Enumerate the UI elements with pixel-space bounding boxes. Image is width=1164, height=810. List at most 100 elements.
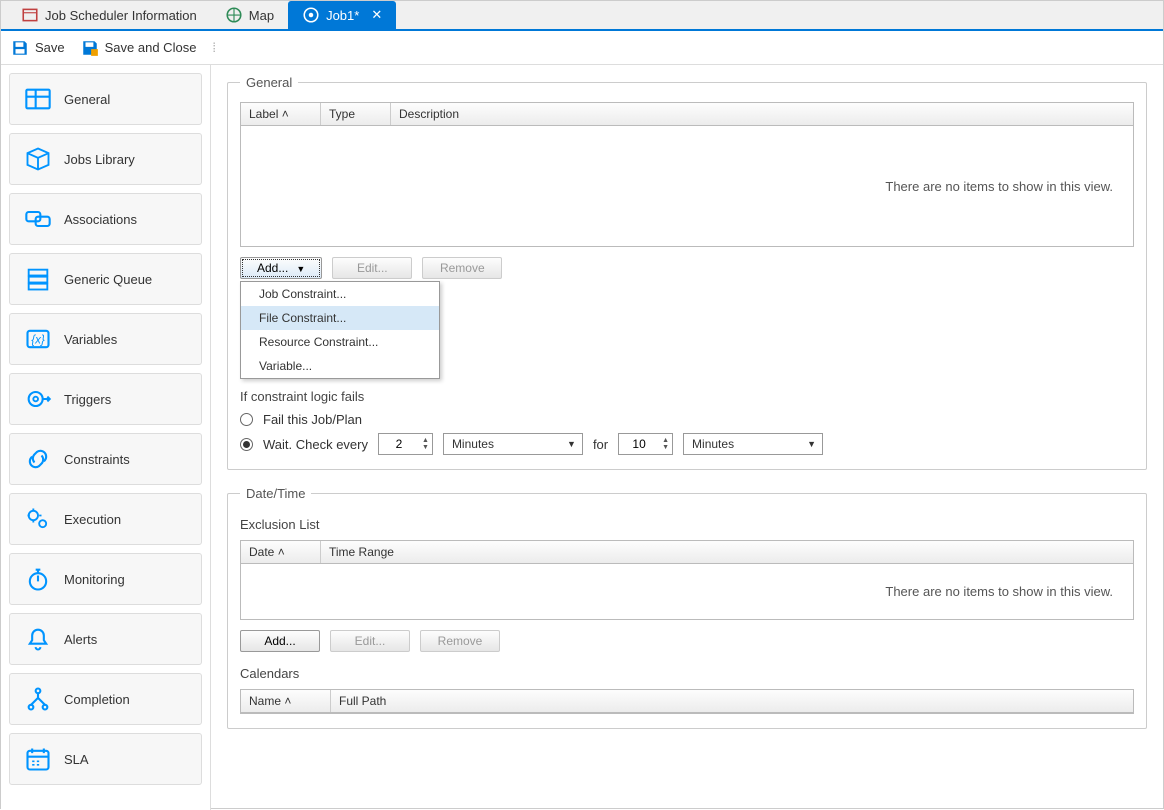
grid-header: Date ˄ Time Range	[241, 541, 1133, 564]
calendars-heading: Calendars	[240, 666, 1134, 681]
check-every-stepper[interactable]: ▲▼	[378, 433, 433, 455]
stepper-arrows-icon[interactable]: ▲▼	[419, 437, 432, 451]
for-label: for	[593, 437, 608, 452]
col-description[interactable]: Description	[391, 103, 1133, 125]
col-name[interactable]: Name ˄	[241, 690, 331, 712]
nav-item-alerts[interactable]: Alerts	[9, 613, 202, 665]
calendars-grid: Name ˄ Full Path	[240, 689, 1134, 714]
nav-item-execution[interactable]: Execution	[9, 493, 202, 545]
for-unit-select[interactable]: Minutes ▼	[683, 433, 823, 455]
constraints-grid: Label ˄ Type Description There are no it…	[240, 102, 1134, 247]
close-icon[interactable]: ✕	[371, 7, 382, 23]
tab-job-scheduler-information[interactable]: Job Scheduler Information	[7, 1, 211, 29]
tab-label: Job1*	[326, 8, 359, 23]
nav-item-generic-queue[interactable]: Generic Queue	[9, 253, 202, 305]
nav-label: General	[64, 92, 110, 107]
edit-button: Edit...	[330, 630, 410, 652]
toolbar-label: Save	[35, 40, 65, 55]
general-legend: General	[240, 75, 298, 90]
link-icon	[24, 445, 52, 473]
nav-label: Variables	[64, 332, 117, 347]
exclusion-button-row: Add... Edit... Remove	[240, 630, 1134, 652]
col-type[interactable]: Type	[321, 103, 391, 125]
menu-item-variable[interactable]: Variable...	[241, 354, 439, 378]
col-full-path[interactable]: Full Path	[331, 690, 1133, 712]
scheduler-icon	[21, 6, 39, 24]
select-value: Minutes	[452, 437, 494, 451]
radio-wait[interactable]	[240, 438, 253, 451]
sidebar: General Jobs Library Associations Generi…	[1, 65, 211, 810]
nav-item-constraints[interactable]: Constraints	[9, 433, 202, 485]
main-panel: General Label ˄ Type Description There a…	[211, 65, 1163, 810]
nav-label: Triggers	[64, 392, 111, 407]
for-value-input[interactable]	[619, 434, 659, 454]
grid-empty-message: There are no items to show in this view.	[241, 126, 1133, 246]
nav-item-variables[interactable]: {x} Variables	[9, 313, 202, 365]
add-button[interactable]: Add...▼	[240, 257, 322, 279]
caret-down-icon: ▼	[567, 439, 576, 449]
sort-asc-icon: ˄	[278, 545, 285, 559]
job-icon	[302, 6, 320, 24]
nav-label: Alerts	[64, 632, 97, 647]
fail-option-row: Fail this Job/Plan	[240, 412, 1134, 427]
col-label[interactable]: Label ˄	[241, 103, 321, 125]
sort-asc-icon: ˄	[284, 694, 291, 708]
nav-item-triggers[interactable]: Triggers	[9, 373, 202, 425]
exclusion-grid: Date ˄ Time Range There are no items to …	[240, 540, 1134, 620]
grid-header: Name ˄ Full Path	[241, 690, 1133, 713]
nav-label: SLA	[64, 752, 89, 767]
gears-icon	[24, 505, 52, 533]
nav-label: Execution	[64, 512, 121, 527]
tab-job1[interactable]: Job1* ✕	[288, 1, 396, 29]
nav-item-jobs-library[interactable]: Jobs Library	[9, 133, 202, 185]
col-date[interactable]: Date ˄	[241, 541, 321, 563]
menu-item-file-constraint[interactable]: File Constraint...	[241, 306, 439, 330]
menu-item-job-constraint[interactable]: Job Constraint...	[241, 282, 439, 306]
save-button[interactable]: Save	[11, 39, 65, 57]
save-and-close-button[interactable]: Save and Close	[81, 39, 197, 57]
sort-asc-icon: ˄	[282, 107, 289, 121]
wait-prefix-label: Wait. Check every	[263, 437, 368, 452]
menu-item-resource-constraint[interactable]: Resource Constraint...	[241, 330, 439, 354]
nav-label: Constraints	[64, 452, 130, 467]
col-time-range[interactable]: Time Range	[321, 541, 1133, 563]
edit-button: Edit...	[332, 257, 412, 279]
tab-map[interactable]: Map	[211, 1, 288, 29]
nav-label: Generic Queue	[64, 272, 152, 287]
remove-button: Remove	[420, 630, 500, 652]
nav-label: Monitoring	[64, 572, 125, 587]
tab-label: Job Scheduler Information	[45, 8, 197, 23]
constraints-button-row: Add...▼ Edit... Remove Job Constraint...…	[240, 257, 1134, 279]
cube-icon	[24, 145, 52, 173]
grid-header: Label ˄ Type Description	[241, 103, 1133, 126]
toolbar-separator: ⁞	[212, 40, 216, 55]
associations-icon	[24, 205, 52, 233]
grid-empty-message: There are no items to show in this view.	[241, 564, 1133, 619]
save-icon	[11, 39, 29, 57]
stepper-arrows-icon[interactable]: ▲▼	[659, 437, 672, 451]
nav-item-monitoring[interactable]: Monitoring	[9, 553, 202, 605]
exclusion-list-heading: Exclusion List	[240, 517, 1134, 532]
datetime-group: Date/Time Exclusion List Date ˄ Time Ran…	[227, 486, 1147, 729]
check-every-input[interactable]	[379, 434, 419, 454]
nav-item-general[interactable]: General	[9, 73, 202, 125]
nav-item-sla[interactable]: SLA	[9, 733, 202, 785]
nav-label: Associations	[64, 212, 137, 227]
save-close-icon	[81, 39, 99, 57]
check-every-unit-select[interactable]: Minutes ▼	[443, 433, 583, 455]
queue-icon	[24, 265, 52, 293]
nav-item-completion[interactable]: Completion	[9, 673, 202, 725]
nav-item-associations[interactable]: Associations	[9, 193, 202, 245]
wait-option-row: Wait. Check every ▲▼ Minutes ▼ for ▲▼ Mi…	[240, 433, 1134, 455]
globe-icon	[225, 6, 243, 24]
general-group: General Label ˄ Type Description There a…	[227, 75, 1147, 470]
radio-fail[interactable]	[240, 413, 253, 426]
select-value: Minutes	[692, 437, 734, 451]
fail-option-label: Fail this Job/Plan	[263, 412, 362, 427]
for-value-stepper[interactable]: ▲▼	[618, 433, 673, 455]
add-button[interactable]: Add...	[240, 630, 320, 652]
remove-button: Remove	[422, 257, 502, 279]
bell-icon	[24, 625, 52, 653]
svg-text:{x}: {x}	[31, 334, 45, 347]
nav-label: Completion	[64, 692, 130, 707]
